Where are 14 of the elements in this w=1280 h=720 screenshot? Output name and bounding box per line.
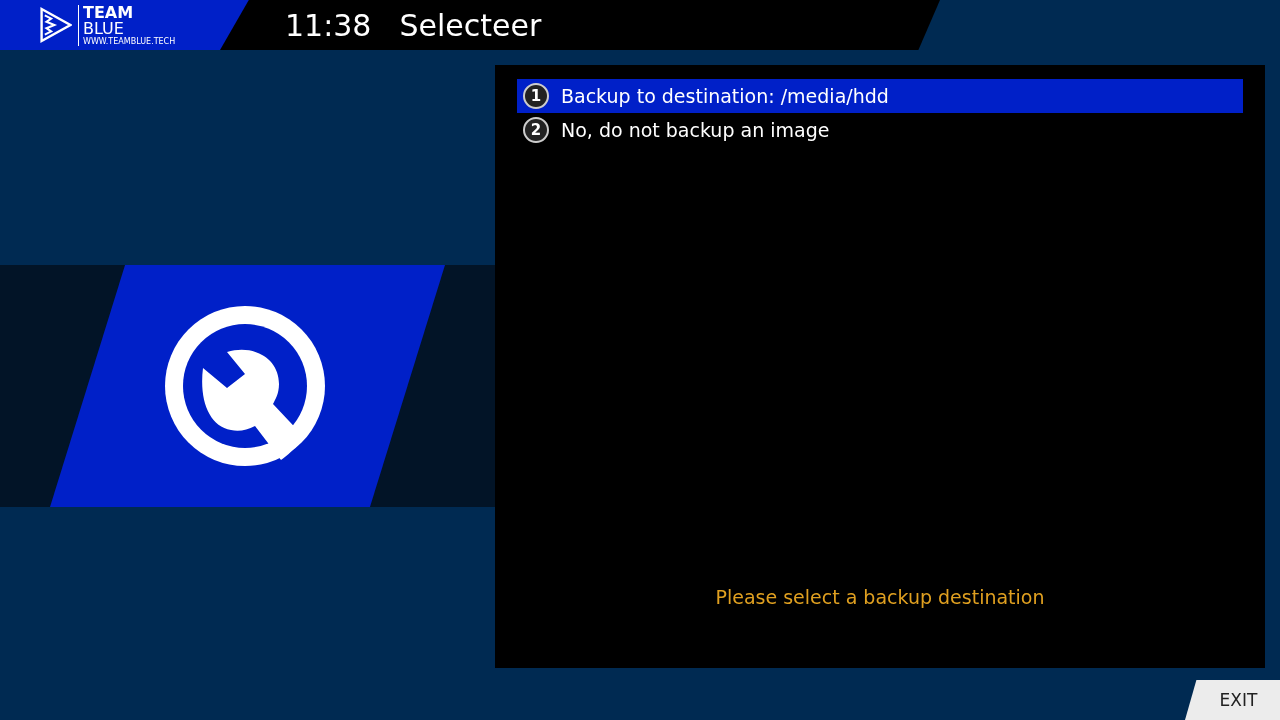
- number-badge: 1: [523, 83, 549, 109]
- screen-title: Selecteer: [399, 7, 542, 43]
- clock: 11:38: [285, 7, 372, 43]
- logo-text: BLUE: [83, 20, 124, 37]
- number-badge: 2: [523, 117, 549, 143]
- menu-item[interactable]: 1 Backup to destination: /media/hdd: [517, 79, 1243, 113]
- menu-item[interactable]: 2 No, do not backup an image: [517, 113, 1243, 147]
- logo-text: TEAM: [83, 4, 135, 21]
- exit-button[interactable]: EXIT: [1185, 680, 1280, 720]
- description-text: Please select a backup destination: [714, 586, 1046, 608]
- triangle-logo-icon: [40, 6, 72, 44]
- menu-item-label: Backup to destination: /media/hdd: [561, 85, 889, 107]
- logo-url: WWW.TEAMBLUE.TECH: [83, 37, 176, 46]
- menu-item-label: No, do not backup an image: [561, 119, 830, 141]
